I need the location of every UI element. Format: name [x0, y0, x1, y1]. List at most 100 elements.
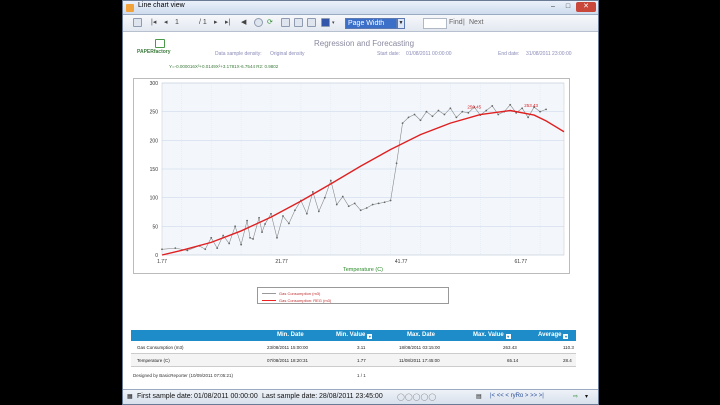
prev-page-button[interactable]: ◂ — [164, 18, 168, 28]
next-button[interactable]: Next — [469, 18, 483, 28]
x-axis-label: Temperature (C) — [343, 267, 383, 273]
row-min-date: 23/08/2011 15:00:00 — [267, 345, 308, 350]
col-max-date[interactable]: Max. Date — [407, 332, 435, 338]
page-setup-icon[interactable] — [307, 18, 316, 27]
data-point-gas — [347, 205, 350, 208]
legend-label-reg: Gas Consumption: REG (m3) — [279, 297, 332, 303]
export-icon[interactable]: ⇨ — [573, 393, 578, 400]
data-point-gas — [234, 225, 237, 228]
close-button[interactable]: ✕ — [576, 2, 596, 12]
sample-navigation[interactable]: |< << < ryRo > >> >| — [490, 393, 544, 399]
page-number-input[interactable]: 1 — [175, 18, 179, 28]
viewer-toolbar: |◂ ◂ 1 / 1 ▸ ▸| ◀ ⟳ ▾ Page Width ▼ Find … — [123, 15, 598, 32]
calendar-icon[interactable]: ▤ — [476, 393, 482, 400]
next-page-button[interactable]: ▸ — [214, 18, 218, 28]
maximize-button[interactable]: □ — [561, 2, 575, 12]
options-icon[interactable]: ▾ — [585, 393, 588, 400]
data-point-gas — [204, 248, 207, 251]
refresh-icon[interactable]: ⟳ — [267, 18, 273, 28]
data-point-gas — [216, 247, 219, 250]
data-annotation: 253.43 — [524, 103, 538, 108]
report-title: Regression and Forecasting — [314, 39, 415, 48]
status-bar: ▦ First sample date: 01/08/2011 00:00:00… — [123, 389, 598, 404]
x-tick-label: 21.77 — [275, 259, 288, 265]
data-point-gas — [461, 110, 464, 113]
app-icon — [126, 4, 134, 12]
sort-icon[interactable]: ▾ — [367, 334, 373, 339]
y-tick-label: 50 — [152, 224, 158, 230]
row-max-value: 65.14 — [507, 358, 519, 363]
report-window: Line chart view – □ ✕ |◂ ◂ 1 / 1 ▸ ▸| ◀ … — [122, 0, 599, 405]
data-point-gas — [449, 107, 452, 110]
data-point-gas — [270, 212, 272, 215]
designer-credit: Designed by BasicReporter (10/09/2011 07… — [133, 373, 233, 378]
col-max-value[interactable]: Max. Value ▾ — [473, 332, 511, 339]
statistics-table: Min. Date Min. Value ▾ Max. Date Max. Val… — [131, 330, 576, 370]
stop-icon[interactable] — [254, 18, 263, 27]
data-point-gas — [383, 201, 386, 204]
report-page: PAPERfactory Regression and Forecasting … — [123, 32, 598, 389]
data-point-gas — [431, 115, 434, 118]
document-map-icon[interactable] — [133, 18, 142, 27]
row-max-value: 263.43 — [503, 345, 517, 350]
print-icon[interactable] — [281, 18, 290, 27]
window-title: Line chart view — [138, 2, 185, 9]
save-icon[interactable] — [321, 18, 330, 27]
row-label: Gas Consumption (m3) — [137, 345, 184, 350]
data-point-gas — [395, 162, 398, 165]
legend-item-reg: Gas Consumption: REG (m3) — [262, 297, 331, 303]
data-point-gas — [497, 113, 500, 116]
data-point-gas — [401, 122, 404, 125]
row-average: 28.4 — [563, 358, 572, 363]
print-layout-icon[interactable] — [294, 18, 303, 27]
start-date-value: 01/08/2011 00:00:00 — [406, 51, 452, 57]
start-date-label: Start date: — [377, 51, 401, 57]
find-input[interactable] — [423, 18, 447, 29]
data-point-gas — [353, 202, 356, 205]
col-min-date[interactable]: Min. Date — [277, 332, 304, 338]
regression-equation: Y=-0.000016X³+0.0149X²+3.1781X-6.7544 R2… — [169, 64, 279, 69]
back-icon[interactable]: ◀ — [241, 18, 246, 28]
zoom-dropdown-icon[interactable]: ▼ — [397, 18, 405, 29]
y-tick-label: 200 — [150, 138, 159, 144]
data-point-gas — [288, 222, 290, 225]
x-tick-label: 1.77 — [157, 259, 167, 265]
save-dropdown-icon[interactable]: ▾ — [332, 18, 335, 28]
data-point-gas — [222, 234, 225, 237]
chart-frame: 0 50 100 150 200 250 300 1.77 21.77 41.77 61.77 Tem… — [133, 78, 570, 274]
legend-item-gas: Gas Consumption (m3) — [262, 290, 320, 296]
data-point-gas — [294, 209, 296, 212]
sort-icon[interactable]: ▾ — [505, 334, 511, 339]
data-point-gas — [365, 207, 368, 209]
minimize-button[interactable]: – — [546, 2, 560, 12]
data-point-gas — [228, 242, 231, 245]
grid-icon[interactable]: ▦ — [127, 393, 133, 400]
logo-icon — [155, 39, 165, 48]
data-annotation: 250.45 — [467, 105, 481, 110]
sort-icon[interactable]: ▾ — [563, 334, 569, 339]
window-controls: – □ ✕ — [546, 2, 596, 12]
data-point-gas — [246, 219, 248, 222]
last-page-button[interactable]: ▸| — [225, 18, 230, 28]
row-label: Temperature (C) — [137, 358, 170, 363]
first-page-button[interactable]: |◂ — [151, 18, 156, 28]
find-button[interactable]: Find — [449, 18, 463, 28]
col-average[interactable]: Average ▾ — [538, 332, 569, 339]
data-point-gas — [210, 236, 213, 239]
data-point-gas — [261, 231, 263, 233]
end-date-value: 31/08/2011 23:00:00 — [526, 51, 572, 57]
y-tick-label: 100 — [150, 196, 159, 202]
row-max-date: 11/08/2011 17:45:00 — [399, 358, 440, 363]
data-point-gas — [264, 223, 266, 225]
row-max-date: 18/08/2011 03:15:00 — [399, 345, 440, 350]
data-point-gas — [305, 212, 308, 215]
x-tick-label: 41.77 — [395, 259, 408, 265]
y-tick-label: 300 — [150, 81, 159, 87]
zoom-select[interactable]: Page Width — [345, 18, 397, 29]
col-min-value[interactable]: Min. Value ▾ — [336, 332, 373, 339]
x-tick-label: 61.77 — [515, 259, 528, 265]
density-value: Original density — [270, 51, 305, 57]
data-point-gas — [240, 243, 243, 246]
playback-controls[interactable]: ◯◯◯◯◯ — [397, 393, 436, 401]
data-point-gas — [174, 247, 177, 250]
